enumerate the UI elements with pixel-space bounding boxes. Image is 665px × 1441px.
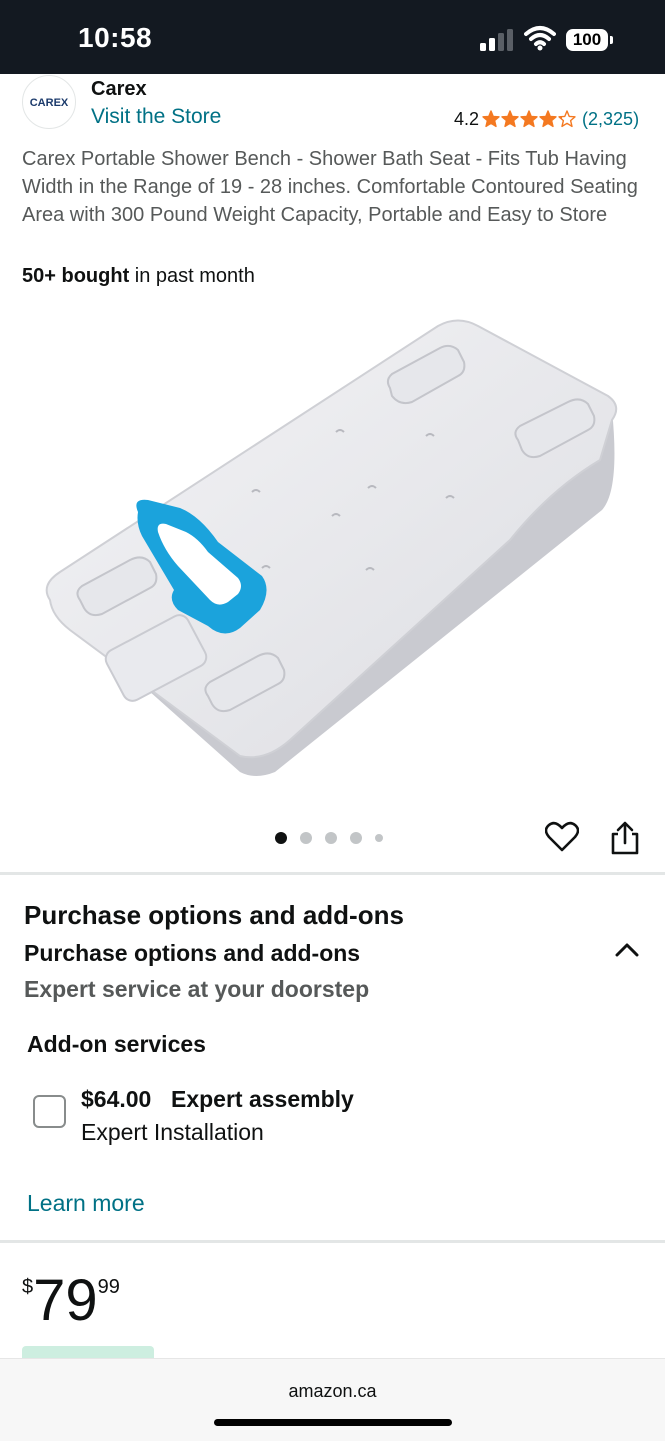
battery-level: 100 xyxy=(566,29,608,51)
rating-value: 4.2 xyxy=(454,108,480,129)
battery-tip xyxy=(610,36,613,44)
addon-checkbox[interactable] xyxy=(33,1095,66,1128)
rating-summary[interactable]: 4.2 (2,325) xyxy=(454,107,639,131)
price-currency: $ xyxy=(22,1276,34,1298)
addon-price: $64.00 xyxy=(81,1086,152,1112)
product-price: $ 79 99 xyxy=(22,1268,120,1334)
heart-icon[interactable] xyxy=(545,820,579,854)
star-full-icon xyxy=(520,110,538,128)
section-divider xyxy=(0,1240,665,1243)
home-indicator[interactable] xyxy=(214,1419,452,1426)
learn-more-link[interactable]: Learn more xyxy=(27,1190,145,1217)
battery-icon: 100 xyxy=(566,29,614,51)
browser-url[interactable]: amazon.ca xyxy=(0,1381,665,1402)
star-rating xyxy=(482,110,577,128)
addon-description: Expert Installation xyxy=(81,1119,264,1145)
star-full-icon xyxy=(539,110,557,128)
status-time: 10:58 xyxy=(78,22,153,53)
purchase-count-suffix: in past month xyxy=(129,265,255,287)
section-divider xyxy=(0,872,665,875)
cellular-signal-icon xyxy=(480,29,513,51)
carousel-dot[interactable] xyxy=(375,834,383,842)
price-fraction: 99 xyxy=(97,1276,120,1298)
purchase-count: 50+ bought in past month xyxy=(22,265,255,288)
browser-bottom-bar: amazon.ca xyxy=(0,1358,665,1441)
visit-store-link[interactable]: Visit the Store xyxy=(91,105,221,129)
product-image[interactable] xyxy=(40,310,630,780)
image-carousel-dots[interactable] xyxy=(275,832,396,844)
carousel-dot[interactable] xyxy=(275,832,287,844)
carousel-dot[interactable] xyxy=(325,832,337,844)
purchase-count-value: 50+ bought xyxy=(22,265,130,287)
star-half-icon xyxy=(558,110,576,128)
wifi-icon xyxy=(524,26,556,51)
status-bar: 10:58 100 xyxy=(0,0,665,74)
brand-name: Carex xyxy=(91,78,147,100)
price-whole: 79 xyxy=(33,1268,98,1333)
product-title: Carex Portable Shower Bench - Shower Bat… xyxy=(22,148,638,226)
addon-name: Expert assembly xyxy=(171,1086,354,1112)
carousel-dot[interactable] xyxy=(300,832,312,844)
brand-logo[interactable]: CAREX xyxy=(22,75,76,129)
share-icon[interactable] xyxy=(608,820,642,856)
rating-count[interactable]: (2,325) xyxy=(582,109,639,130)
star-full-icon xyxy=(501,110,519,128)
carousel-dot[interactable] xyxy=(350,832,362,844)
star-full-icon xyxy=(482,110,500,128)
addon-services-heading: Add-on services xyxy=(27,1031,206,1057)
accordion-header[interactable]: Purchase options and add-ons xyxy=(24,940,360,967)
section-title: Purchase options and add-ons xyxy=(24,900,404,930)
chevron-up-icon[interactable] xyxy=(612,936,642,964)
accordion-caption: Expert service at your doorstep xyxy=(24,976,370,1002)
